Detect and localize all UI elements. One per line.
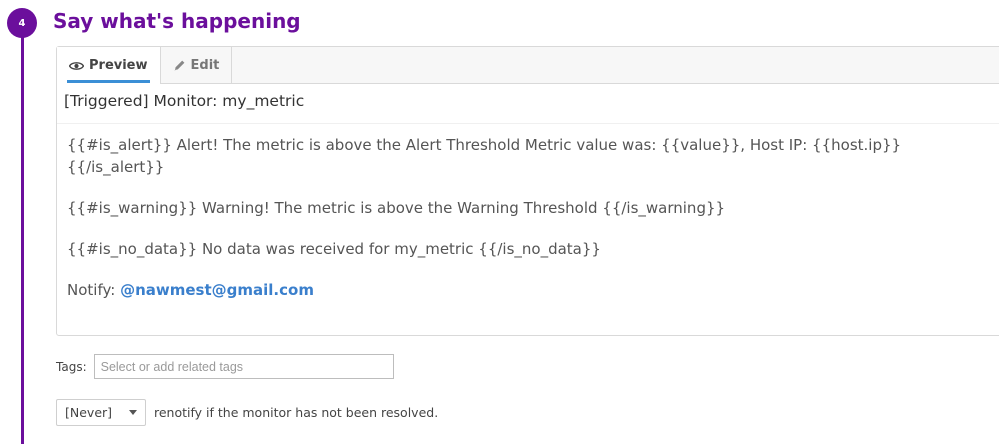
step-number-badge: 4 xyxy=(7,8,37,38)
message-subject: [Triggered] Monitor: my_metric xyxy=(57,84,999,124)
notify-mention[interactable]: @nawmest@gmail.com xyxy=(120,281,314,299)
renotify-select[interactable]: [Never] xyxy=(56,399,146,426)
message-line-alert: {{#is_alert}} Alert! The metric is above… xyxy=(67,136,902,176)
renotify-selected-value: [Never] xyxy=(65,405,113,420)
tab-bar: Preview Edit xyxy=(57,47,999,84)
eye-icon xyxy=(69,61,84,71)
message-body: {{#is_alert}} Alert! The metric is above… xyxy=(57,124,999,301)
tab-preview-label: Preview xyxy=(89,58,148,73)
message-line-warning: {{#is_warning}} Warning! The metric is a… xyxy=(67,199,726,217)
step-connector-line xyxy=(21,24,24,444)
message-notify-line: Notify: @nawmest@gmail.com xyxy=(67,279,995,301)
tags-row: Tags: xyxy=(56,354,394,379)
chevron-down-icon xyxy=(129,410,137,415)
step-title: Say what's happening xyxy=(53,9,301,33)
tab-preview[interactable]: Preview xyxy=(57,47,161,84)
notify-label: Notify: xyxy=(67,281,116,299)
message-line-no-data: {{#is_no_data}} No data was received for… xyxy=(67,240,601,258)
renotify-row: [Never] renotify if the monitor has not … xyxy=(56,399,438,426)
tab-edit[interactable]: Edit xyxy=(161,47,233,83)
message-panel: Preview Edit [Triggered] Monitor: my_met… xyxy=(56,46,999,336)
tab-edit-label: Edit xyxy=(190,57,220,73)
tags-input[interactable] xyxy=(93,354,394,379)
pencil-icon xyxy=(173,59,186,72)
tags-label: Tags: xyxy=(56,359,87,374)
renotify-description: renotify if the monitor has not been res… xyxy=(154,405,439,420)
